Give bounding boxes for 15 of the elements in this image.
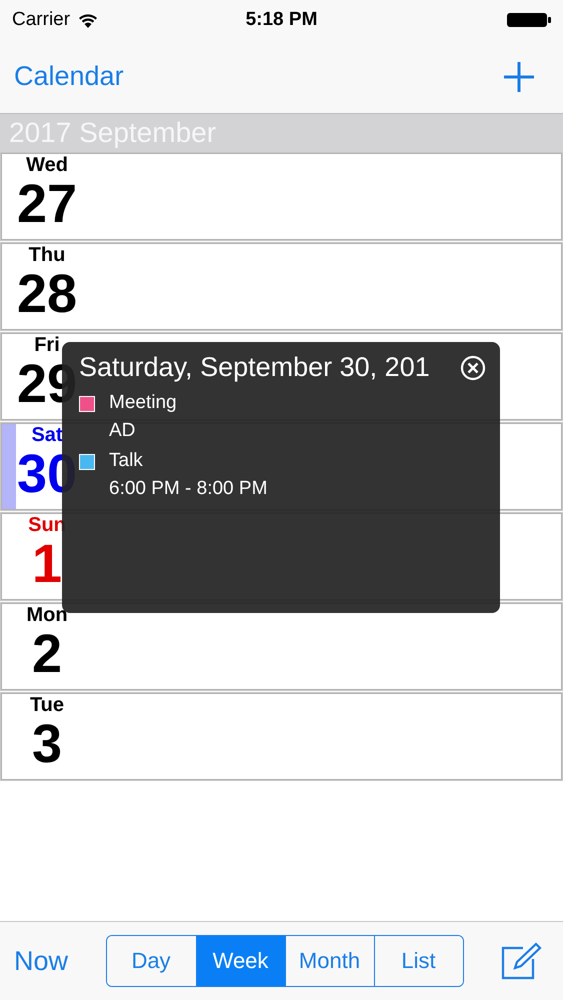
- event-detail: 6:00 PM - 8:00 PM: [109, 477, 268, 501]
- weekday-label: Wed: [26, 154, 68, 176]
- weekday-label: Tue: [30, 694, 64, 716]
- carrier-label: Carrier: [12, 9, 70, 31]
- date-number: 2: [32, 626, 62, 682]
- weekday-label: Mon: [26, 604, 68, 626]
- date-number: 28: [16, 266, 78, 322]
- event-detail: AD: [109, 419, 136, 443]
- status-time: 5:18 PM: [246, 9, 318, 31]
- weekday-label: Thu: [28, 244, 66, 266]
- date-number: 3: [32, 716, 62, 772]
- date-number: 1: [32, 536, 62, 592]
- popup-title: Saturday, September 30, 201: [79, 352, 430, 383]
- date-number: 27: [16, 176, 78, 232]
- weekday-label: Fri: [34, 334, 60, 356]
